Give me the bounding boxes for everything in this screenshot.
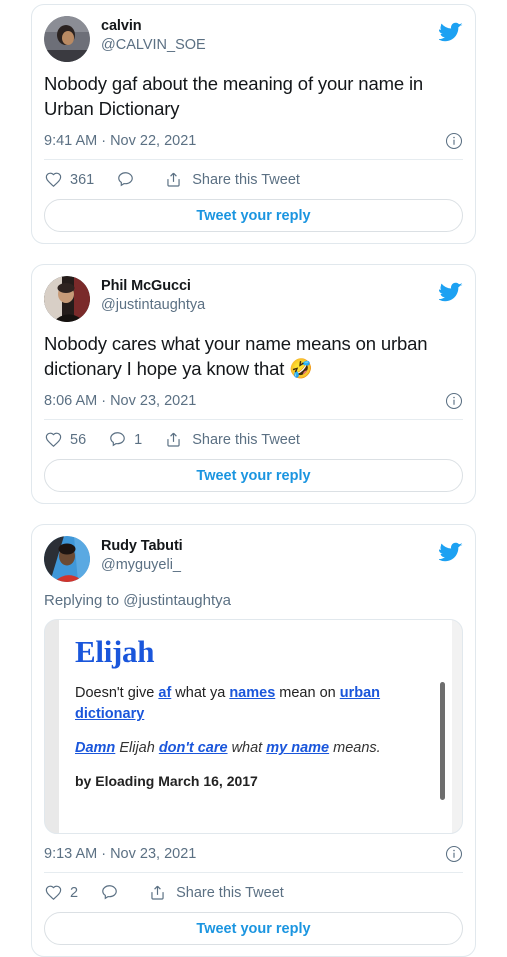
ud-text-run: what: [227, 740, 267, 757]
replying-to-label: Replying to @justintaughtya: [44, 592, 232, 610]
display-name: Phil McGucci: [101, 278, 191, 295]
ud-link[interactable]: my name: [266, 740, 329, 756]
twitter-bird-icon[interactable]: [439, 540, 463, 564]
display-name: Rudy Tabuti: [101, 538, 183, 555]
tweet-actions: 361 Share this Tweet: [44, 170, 463, 189]
tweet-your-reply-button[interactable]: Tweet your reply: [44, 459, 463, 493]
name-block: calvin @CALVIN_SOE: [101, 16, 206, 54]
ud-text-run: means.: [329, 740, 381, 757]
share-button[interactable]: Share this Tweet: [164, 430, 300, 449]
heart-icon: [44, 883, 63, 902]
comment-icon: [108, 430, 127, 449]
info-circle-icon[interactable]: [445, 132, 463, 150]
info-circle-icon[interactable]: [445, 845, 463, 863]
image-scrollbar-thumb[interactable]: [440, 682, 445, 801]
ud-text-run: mean on: [275, 685, 340, 702]
heart-icon: [44, 430, 63, 449]
display-name: calvin: [101, 18, 142, 34]
tweet-your-reply-button[interactable]: Tweet your reply: [44, 912, 463, 946]
divider: [44, 419, 463, 421]
tweet-meta: 9:41 AM · Nov 22, 2021: [44, 132, 463, 150]
tweet-header: Rudy Tabuti @myguyeli_: [44, 536, 463, 583]
share-icon: [148, 883, 167, 902]
ud-text-run: Doesn't give: [75, 685, 159, 702]
name-block: Phil McGucci @justintaughtya: [101, 276, 205, 314]
timestamp: 9:13 AM · Nov 23, 2021: [44, 846, 197, 863]
ud-definition: Doesn't give af what ya names mean on ur…: [75, 683, 432, 725]
tweet-actions: 2 Share this Tweet: [44, 883, 463, 902]
avatar[interactable]: [44, 16, 90, 62]
tweet-meta: 9:13 AM · Nov 23, 2021: [44, 845, 463, 863]
tweet-actions: 56 1 Share this Tweet: [44, 430, 463, 449]
reply-button[interactable]: [116, 170, 142, 189]
tweet-feed: calvin @CALVIN_SOE Nobody gaf about the …: [0, 0, 507, 957]
avatar-image: [44, 536, 90, 583]
tweet-your-reply-button[interactable]: Tweet your reply: [44, 199, 463, 233]
like-button[interactable]: 2: [44, 883, 78, 902]
twitter-bird-icon[interactable]: [439, 280, 463, 304]
rolling-on-floor-laughing-emoji: 🤣: [289, 358, 313, 380]
comment-icon: [100, 883, 119, 902]
share-label: Share this Tweet: [192, 431, 300, 448]
tweet-card-calvin[interactable]: calvin @CALVIN_SOE Nobody gaf about the …: [31, 4, 476, 245]
twitter-bird-icon[interactable]: [439, 20, 463, 44]
share-button[interactable]: Share this Tweet: [148, 883, 284, 902]
ud-example: Damn Elijah don't care what my name mean…: [75, 738, 432, 759]
image-left-gutter: [45, 620, 59, 834]
tweet-card-phil-mcgucci[interactable]: Phil McGucci @justintaughtya Nobody care…: [31, 264, 476, 505]
heart-icon: [44, 170, 63, 189]
divider: [44, 872, 463, 874]
avatar-image: [44, 276, 90, 323]
timestamp: 8:06 AM · Nov 23, 2021: [44, 393, 197, 410]
image-right-gutter: [452, 620, 462, 834]
tweet-card-rudy-tabuti[interactable]: Rudy Tabuti @myguyeli_ Replying to @just…: [31, 524, 476, 957]
reply-button[interactable]: 1: [108, 430, 142, 449]
avatar[interactable]: [44, 276, 90, 323]
ud-link[interactable]: af: [158, 685, 171, 701]
share-label: Share this Tweet: [192, 171, 300, 188]
embedded-image-urban-dictionary[interactable]: Elijah Doesn't give af what ya names mea…: [44, 619, 463, 835]
reply-count: 1: [134, 431, 143, 448]
ud-text-run: Elijah: [115, 740, 159, 757]
avatar-image: [44, 16, 90, 62]
share-icon: [164, 430, 183, 449]
timestamp: 9:41 AM · Nov 22, 2021: [44, 133, 197, 150]
ud-entry-title: Elijah: [75, 634, 155, 670]
name-block: Rudy Tabuti @myguyeli_: [101, 536, 183, 574]
avatar[interactable]: [44, 536, 90, 583]
urban-dictionary-panel: Elijah Doesn't give af what ya names mea…: [59, 620, 452, 834]
like-count: 56: [70, 431, 87, 448]
like-button[interactable]: 361: [44, 170, 94, 189]
ud-byline: by Eloading March 16, 2017: [75, 773, 258, 790]
tweet-header: Phil McGucci @justintaughtya: [44, 276, 463, 323]
like-button[interactable]: 56: [44, 430, 86, 449]
ud-link[interactable]: names: [229, 685, 275, 701]
info-circle-icon[interactable]: [445, 392, 463, 410]
handle: @justintaughtya: [101, 296, 206, 313]
handle: @myguyeli_: [101, 557, 181, 574]
like-count: 361: [70, 171, 95, 188]
comment-icon: [116, 170, 135, 189]
ud-link[interactable]: don't care: [159, 740, 228, 756]
tweet-header: calvin @CALVIN_SOE: [44, 16, 463, 62]
tweet-text: Nobody gaf about the meaning of your nam…: [44, 73, 424, 119]
divider: [44, 159, 463, 161]
tweet-text-body: Nobody cares what your name means on urb…: [44, 333, 428, 379]
handle: @CALVIN_SOE: [101, 36, 206, 53]
share-button[interactable]: Share this Tweet: [164, 170, 300, 189]
reply-button[interactable]: [100, 883, 126, 902]
tweet-meta: 8:06 AM · Nov 23, 2021: [44, 392, 463, 410]
ud-text-run: what ya: [171, 685, 230, 702]
share-icon: [164, 170, 183, 189]
ud-link[interactable]: Damn: [75, 740, 115, 756]
like-count: 2: [70, 884, 79, 901]
tweet-text: Nobody cares what your name means on urb…: [44, 332, 463, 381]
share-label: Share this Tweet: [176, 884, 284, 901]
